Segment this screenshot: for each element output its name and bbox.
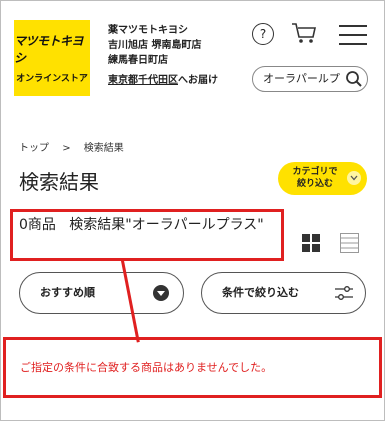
logo-text-sub: オンラインストア	[16, 74, 88, 84]
breadcrumb-top-link[interactable]: トップ	[19, 143, 49, 154]
search-icon[interactable]	[345, 70, 363, 88]
chevron-down-icon	[347, 171, 361, 185]
grid-view-icon[interactable]	[302, 234, 320, 252]
delivery-info: 東京都千代田区へお届け	[108, 71, 218, 86]
category-button-label-line1: カテゴリで	[292, 167, 338, 177]
store-line: 練馬春日町店	[108, 55, 168, 66]
filter-button-label: 条件で絞り込む	[222, 286, 299, 299]
search-input[interactable]: オーラパールプ	[252, 66, 368, 92]
result-count: 0商品	[19, 217, 56, 233]
delivery-area-link[interactable]: 東京都千代田区	[108, 75, 178, 86]
breadcrumb-separator: >	[62, 143, 71, 154]
no-results-message: ご指定の条件に合致する商品はありませんでした。	[3, 337, 382, 398]
result-query: 検索結果"オーラパールプラス"	[69, 217, 264, 233]
sliders-icon	[335, 286, 353, 300]
dropdown-arrow-icon	[153, 285, 169, 301]
category-button-label-line2: 絞り込む	[296, 179, 333, 189]
store-line: 薬マツモトキヨシ	[108, 25, 188, 36]
page-title: 検索結果	[19, 170, 99, 194]
hamburger-menu-icon[interactable]	[339, 25, 367, 45]
breadcrumb: トップ > 検索結果	[19, 139, 134, 154]
store-line: 吉川旭店 堺南島町店	[108, 40, 202, 51]
delivery-suffix: へお届け	[178, 75, 218, 86]
search-result-summary: 0商品 検索結果"オーラパールプラス"	[10, 209, 284, 261]
breadcrumb-current: 検索結果	[83, 143, 124, 154]
search-input-value: オーラパールプ	[263, 72, 340, 85]
category-filter-button[interactable]: カテゴリで 絞り込む	[278, 162, 367, 195]
sort-dropdown-button[interactable]: おすすめ順	[19, 272, 184, 314]
list-view-icon[interactable]	[340, 233, 359, 253]
sort-button-label: おすすめ順	[40, 286, 95, 299]
logo-text-main: マツモトキヨシ	[14, 34, 84, 65]
condition-filter-button[interactable]: 条件で絞り込む	[201, 272, 366, 314]
store-list: 薬マツモトキヨシ 吉川旭店 堺南島町店 練馬春日町店	[108, 23, 201, 68]
matsukiyo-logo[interactable]: マツモトキヨシ オンラインストア	[14, 20, 90, 96]
help-icon[interactable]: ?	[252, 23, 274, 45]
cart-icon[interactable]	[291, 22, 317, 44]
